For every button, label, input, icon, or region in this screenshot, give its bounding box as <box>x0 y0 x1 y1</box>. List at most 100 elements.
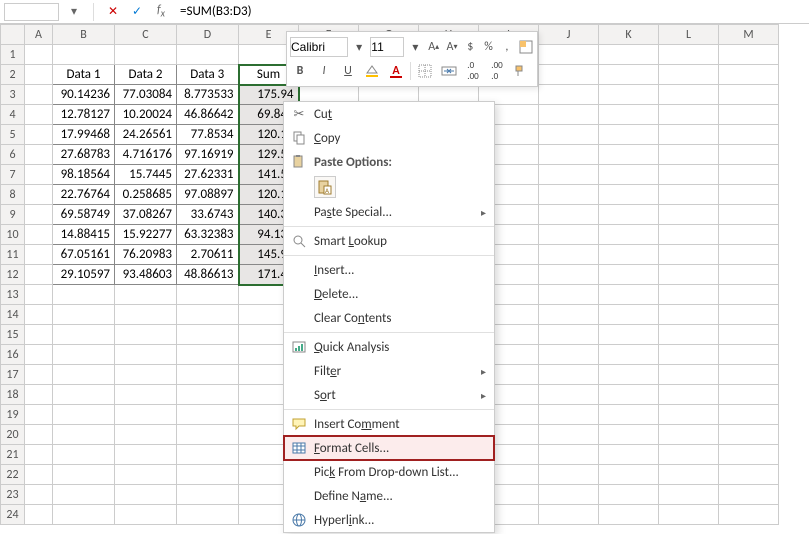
ctx-hyperlink[interactable]: Hyperlink... <box>284 508 494 532</box>
cell-M16[interactable] <box>719 345 779 365</box>
cell-J9[interactable] <box>539 205 599 225</box>
cell-A21[interactable] <box>25 445 53 465</box>
cell-M3[interactable] <box>719 85 779 105</box>
format-painter-button[interactable] <box>511 61 531 81</box>
increase-decimal-button[interactable]: .0.00 <box>463 61 483 81</box>
cell-C12[interactable]: 93.48603 <box>115 265 177 285</box>
cell-D23[interactable] <box>177 485 239 505</box>
cell-A15[interactable] <box>25 325 53 345</box>
row-header-9[interactable]: 9 <box>1 205 25 225</box>
cell-B17[interactable] <box>53 365 115 385</box>
cell-J2[interactable] <box>539 65 599 85</box>
cell-C15[interactable] <box>115 325 177 345</box>
italic-button[interactable]: I <box>314 61 334 81</box>
cell-L21[interactable] <box>659 445 719 465</box>
cell-C1[interactable] <box>115 45 177 65</box>
col-header-L[interactable]: L <box>659 25 719 45</box>
cell-J15[interactable] <box>539 325 599 345</box>
ctx-copy[interactable]: Copy <box>284 126 494 150</box>
cell-A16[interactable] <box>25 345 53 365</box>
cell-C22[interactable] <box>115 465 177 485</box>
row-header-15[interactable]: 15 <box>1 325 25 345</box>
col-header-M[interactable]: M <box>719 25 779 45</box>
cell-K11[interactable] <box>599 245 659 265</box>
cell-J10[interactable] <box>539 225 599 245</box>
cell-J11[interactable] <box>539 245 599 265</box>
cell-L12[interactable] <box>659 265 719 285</box>
ctx-filter[interactable]: Filter <box>284 359 494 383</box>
cell-J24[interactable] <box>539 505 599 525</box>
cell-K6[interactable] <box>599 145 659 165</box>
cell-J20[interactable] <box>539 425 599 445</box>
row-header-2[interactable]: 2 <box>1 65 25 85</box>
cell-M14[interactable] <box>719 305 779 325</box>
ctx-format-cells[interactable]: Format Cells... <box>284 436 494 460</box>
font-color-button[interactable]: A <box>386 61 406 81</box>
fx-icon[interactable]: fx <box>152 3 170 21</box>
cell-C18[interactable] <box>115 385 177 405</box>
cell-L13[interactable] <box>659 285 719 305</box>
cell-D10[interactable]: 63.32383 <box>177 225 239 245</box>
cell-J12[interactable] <box>539 265 599 285</box>
cell-K13[interactable] <box>599 285 659 305</box>
cell-B19[interactable] <box>53 405 115 425</box>
cell-K12[interactable] <box>599 265 659 285</box>
cell-C4[interactable]: 10.20024 <box>115 105 177 125</box>
comma-format-button[interactable]: , <box>500 37 514 57</box>
cell-A11[interactable] <box>25 245 53 265</box>
cell-M20[interactable] <box>719 425 779 445</box>
cell-C5[interactable]: 24.26561 <box>115 125 177 145</box>
cell-M6[interactable] <box>719 145 779 165</box>
row-header-4[interactable]: 4 <box>1 105 25 125</box>
cell-D4[interactable]: 46.86642 <box>177 105 239 125</box>
ctx-sort[interactable]: Sort <box>284 383 494 407</box>
cell-L11[interactable] <box>659 245 719 265</box>
cell-C19[interactable] <box>115 405 177 425</box>
row-header-19[interactable]: 19 <box>1 405 25 425</box>
cell-D6[interactable]: 97.16919 <box>177 145 239 165</box>
fill-color-button[interactable] <box>362 61 382 81</box>
cell-J17[interactable] <box>539 365 599 385</box>
row-header-17[interactable]: 17 <box>1 365 25 385</box>
cell-L1[interactable] <box>659 45 719 65</box>
cell-J8[interactable] <box>539 185 599 205</box>
cell-D2[interactable]: Data 3 <box>177 65 239 85</box>
cell-D24[interactable] <box>177 505 239 525</box>
increase-font-icon[interactable]: A▴ <box>427 37 441 57</box>
cell-M13[interactable] <box>719 285 779 305</box>
cell-B4[interactable]: 12.78127 <box>53 105 115 125</box>
cell-C23[interactable] <box>115 485 177 505</box>
cell-D8[interactable]: 97.08897 <box>177 185 239 205</box>
row-header-20[interactable]: 20 <box>1 425 25 445</box>
cell-C6[interactable]: 4.716176 <box>115 145 177 165</box>
col-header-C[interactable]: C <box>115 25 177 45</box>
cell-L18[interactable] <box>659 385 719 405</box>
decrease-decimal-button[interactable]: .00.0 <box>487 61 507 81</box>
cancel-icon[interactable]: ✕ <box>104 3 122 21</box>
cell-C21[interactable] <box>115 445 177 465</box>
row-header-11[interactable]: 11 <box>1 245 25 265</box>
cell-D7[interactable]: 27.62331 <box>177 165 239 185</box>
cell-C17[interactable] <box>115 365 177 385</box>
cell-L9[interactable] <box>659 205 719 225</box>
cell-K2[interactable] <box>599 65 659 85</box>
cell-D16[interactable] <box>177 345 239 365</box>
cell-C14[interactable] <box>115 305 177 325</box>
cell-J21[interactable] <box>539 445 599 465</box>
cell-A19[interactable] <box>25 405 53 425</box>
cell-B2[interactable]: Data 1 <box>53 65 115 85</box>
cell-D22[interactable] <box>177 465 239 485</box>
cell-L7[interactable] <box>659 165 719 185</box>
cell-L5[interactable] <box>659 125 719 145</box>
cell-M15[interactable] <box>719 325 779 345</box>
cell-A6[interactable] <box>25 145 53 165</box>
col-header-B[interactable]: B <box>53 25 115 45</box>
cell-M4[interactable] <box>719 105 779 125</box>
cell-B20[interactable] <box>53 425 115 445</box>
cell-M19[interactable] <box>719 405 779 425</box>
cell-J7[interactable] <box>539 165 599 185</box>
ctx-cut[interactable]: ✂ Cut <box>284 102 494 126</box>
cell-A5[interactable] <box>25 125 53 145</box>
cell-K9[interactable] <box>599 205 659 225</box>
cell-L17[interactable] <box>659 365 719 385</box>
